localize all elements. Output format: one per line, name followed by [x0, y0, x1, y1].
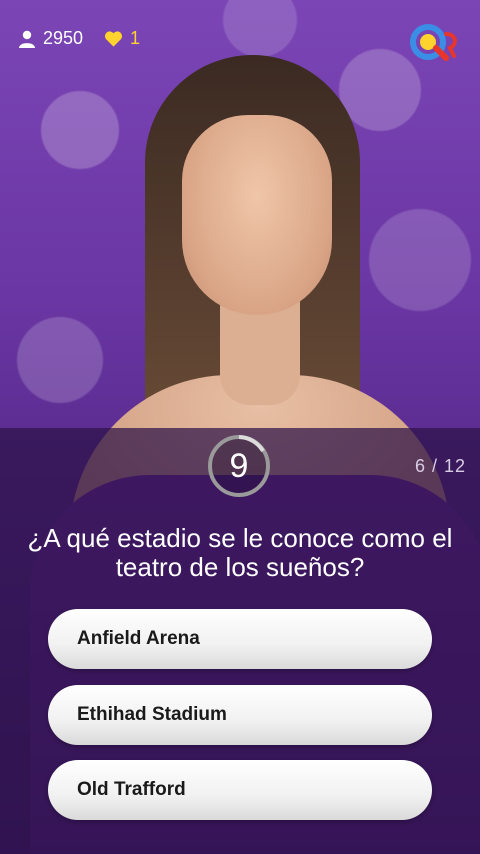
- timer-value: 9: [229, 447, 249, 485]
- players-count: 2950: [18, 28, 83, 49]
- answer-label: Ethihad Stadium: [77, 704, 227, 725]
- question-progress: 6 / 12: [414, 456, 466, 476]
- lives-count-value: 1: [130, 28, 141, 48]
- top-bar: 2950 1: [0, 22, 480, 61]
- lives-count: 1: [104, 28, 140, 49]
- heart-icon: [104, 30, 123, 47]
- answer-label: Anfield Arena: [77, 628, 200, 649]
- user-icon: [19, 30, 35, 48]
- countdown-timer: 9: [207, 434, 271, 498]
- question-text: ¿A qué estadio se le conoce como el teat…: [27, 523, 453, 582]
- players-count-value: 2950: [43, 28, 84, 48]
- answer-label: Old Trafford: [77, 779, 186, 800]
- answer-option-1[interactable]: Anfield Arena: [48, 609, 432, 669]
- answer-option-3[interactable]: Old Trafford: [48, 760, 432, 820]
- answer-option-2[interactable]: Ethihad Stadium: [48, 685, 432, 745]
- q-logo-icon: [410, 24, 457, 61]
